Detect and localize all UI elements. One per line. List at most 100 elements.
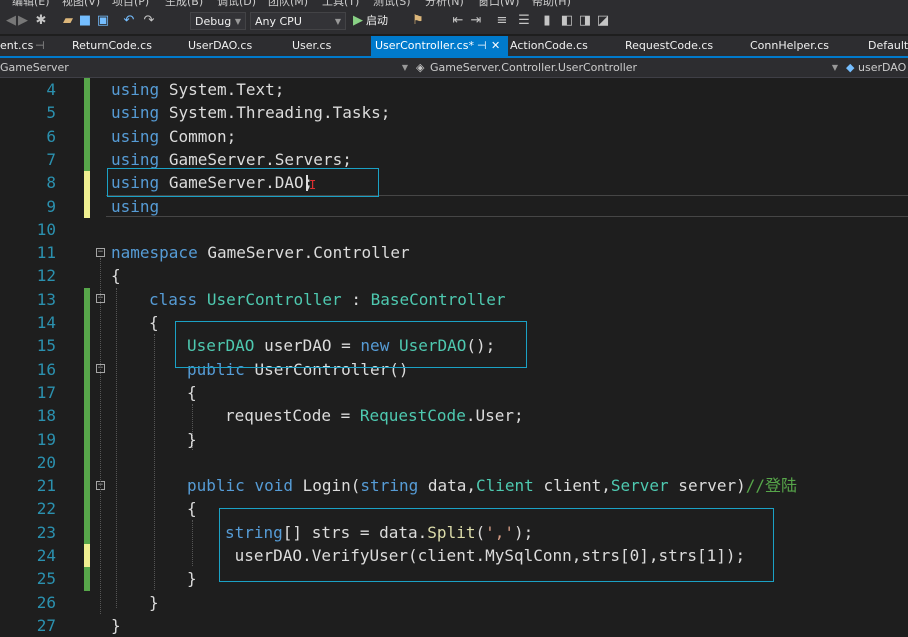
tab-default[interactable]: DefaultCo (868, 36, 908, 56)
line-number: 9 (46, 196, 56, 216)
method-name: Login (302, 476, 351, 496)
next-bookmark-icon[interactable]: ◨ (578, 12, 592, 30)
keyword: using (111, 149, 160, 169)
keyword: namespace (111, 243, 198, 263)
platform-value: Any CPU (255, 15, 302, 28)
redo-icon[interactable]: ↷ (142, 12, 156, 30)
undo-icon[interactable]: ↶ (122, 12, 136, 30)
code-line: } (111, 615, 121, 635)
start-label[interactable]: 启动 (366, 12, 406, 30)
configuration-dropdown[interactable]: Debug ▼ (190, 12, 246, 30)
bookmark-icon[interactable]: ▮ (540, 12, 554, 30)
line-number: 24 (36, 546, 56, 565)
clear-bookmarks-icon[interactable]: ◪ (596, 12, 610, 30)
code-line: namespace GameServer.Controller (111, 241, 410, 264)
prev-bookmark-icon[interactable]: ◧ (560, 12, 574, 30)
code-line: using System.Text; (111, 78, 284, 101)
line-number: 16 (36, 359, 56, 379)
chevron-down-icon: ▼ (831, 63, 838, 72)
line-number: 4 (46, 80, 56, 99)
highlight-box-login-body (219, 508, 774, 582)
member-dropdown[interactable]: ◆ userDAO (844, 59, 908, 76)
tab-actioncode[interactable]: ActionCode.cs (510, 36, 588, 56)
keyword: using (111, 103, 160, 123)
uncomment-icon[interactable]: ☰ (516, 12, 532, 30)
menu-build[interactable]: 生成(B) (165, 0, 203, 8)
parameter: server) (668, 476, 746, 496)
start-icon[interactable]: ▶ (352, 12, 364, 30)
namespace-ref: System.Threading.Tasks; (168, 103, 391, 123)
type-name: Server (610, 476, 669, 496)
find-icon[interactable]: ⚑ (410, 12, 426, 30)
type-dropdown[interactable]: ◈ GameServer.Controller.UserController ▼ (414, 59, 840, 76)
namespace-ref: System.Text; (168, 80, 285, 99)
parameter: client, (533, 476, 611, 496)
comment-icon[interactable]: ≡ (494, 12, 510, 30)
code-line: using System.Threading.Tasks; (111, 101, 390, 124)
line-number: 27 (36, 615, 56, 635)
save-icon[interactable]: ■ (78, 12, 92, 30)
menu-tools[interactable]: 工具(T) (322, 0, 359, 8)
base-class: BaseController (370, 289, 506, 309)
code-line: public void Login(string data,Client cli… (187, 474, 797, 497)
menu-test[interactable]: 测试(S) (373, 0, 411, 8)
open-folder-icon[interactable]: ▰ (60, 12, 76, 30)
menu-window[interactable]: 窗口(W) (478, 0, 519, 8)
tab-userdao[interactable]: UserDAO.cs (188, 36, 252, 56)
line-number: 23 (36, 522, 56, 542)
tab-user[interactable]: User.cs (292, 36, 331, 56)
chevron-down-icon: ▼ (234, 17, 241, 26)
comment: //登陆 (745, 476, 798, 496)
tab-usercontroller[interactable]: UserController.cs* ⊣ ✕ (371, 36, 508, 56)
line-number: 26 (36, 592, 56, 612)
indent-guide (116, 288, 117, 608)
collapse-icon[interactable]: − (96, 248, 105, 257)
menu-team[interactable]: 团队(M) (268, 0, 308, 8)
line-number: 25 (36, 569, 56, 589)
pin-icon[interactable]: ⊣ (35, 36, 45, 56)
field-icon: ◆ (846, 61, 855, 74)
type-name: Client (476, 476, 534, 496)
menu-bar: 编辑(E) 视图(V) 项目(P) 生成(B) 调试(D) 团队(M) 工具(T… (0, 0, 908, 8)
menu-debug[interactable]: 调试(D) (217, 0, 256, 8)
tab-usercontroller-label: UserController.cs* (375, 39, 474, 52)
pin-icon[interactable]: ⊣ (477, 36, 487, 56)
menu-edit[interactable]: 编辑(E) (12, 0, 50, 8)
breakpoint-icon[interactable]: ⇤ (450, 12, 466, 30)
namespace-name: GameServer.Controller (207, 243, 410, 263)
code-line: } (187, 569, 197, 589)
operator: : (351, 289, 361, 309)
indent-icon[interactable]: ⇥ (468, 12, 484, 30)
unsaved-change-marker (84, 171, 90, 218)
menu-analyze[interactable]: 分析(N) (425, 0, 464, 8)
saved-change-marker (84, 287, 90, 544)
code-line: } (187, 429, 197, 449)
line-number: 12 (36, 266, 56, 286)
assignment: requestCode = (225, 406, 360, 426)
menu-view[interactable]: 视图(V) (62, 0, 100, 8)
line-number: 21 (36, 476, 56, 496)
forward-icon[interactable]: ▶ (16, 12, 30, 30)
tab-requestcode[interactable]: RequestCode.cs (625, 36, 713, 56)
menu-help[interactable]: 帮助(H) (532, 0, 571, 8)
code-line: using (111, 195, 159, 218)
namespace-ref: GameServer.Servers; (168, 149, 352, 169)
close-icon[interactable]: ✕ (491, 36, 500, 56)
platform-dropdown[interactable]: Any CPU ▼ (250, 12, 346, 30)
keyword: public (187, 476, 245, 496)
class-name: UserController (206, 289, 342, 309)
tab-returncode[interactable]: ReturnCode.cs (72, 36, 152, 56)
tab-event[interactable]: ent.cs (0, 36, 33, 56)
code-editor[interactable]: 4 5 6 7 8 9 10 11 12 13 14 15 16 17 18 1… (0, 78, 908, 635)
save-all-icon[interactable]: ▣ (96, 12, 110, 30)
keyword: using (111, 126, 160, 146)
tab-connhelper[interactable]: ConnHelper.cs (750, 36, 829, 56)
code-line: { (149, 313, 159, 332)
new-project-icon[interactable]: ✱ (34, 12, 48, 30)
parameter: data, (418, 476, 477, 496)
member-name: userDAO (858, 61, 907, 74)
menu-project[interactable]: 项目(P) (112, 0, 149, 8)
keyword: class (149, 289, 198, 309)
project-dropdown[interactable]: GameServer ▼ (0, 59, 410, 76)
fold-line (100, 258, 101, 614)
